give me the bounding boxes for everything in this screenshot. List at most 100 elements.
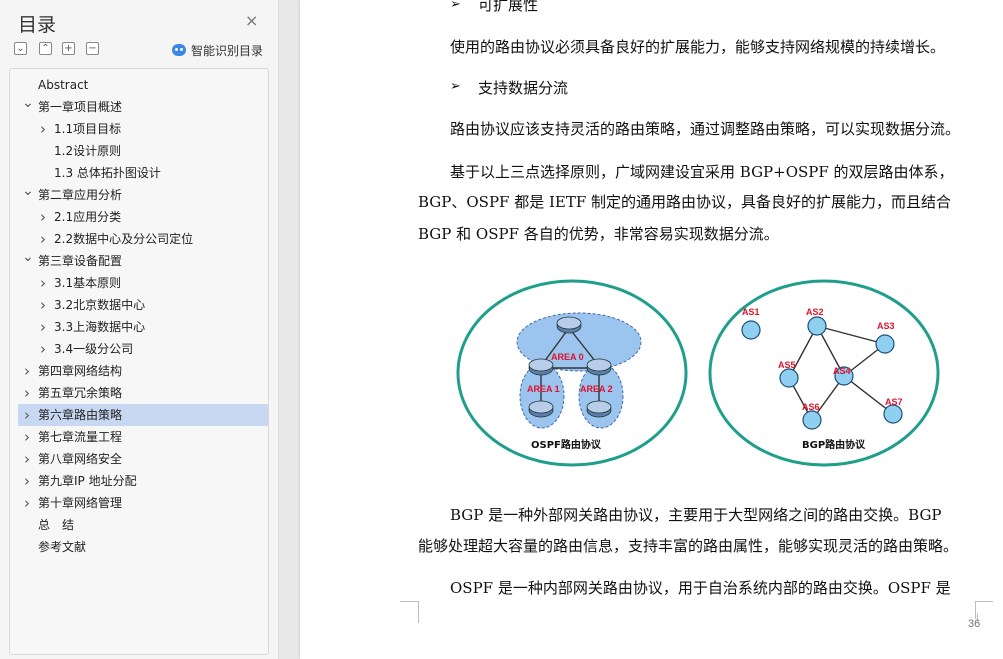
chevron-right-icon[interactable]: › (38, 272, 48, 294)
chevron-right-icon[interactable]: › (22, 448, 32, 470)
bullet-heading: 支持数据分流 (478, 79, 569, 97)
toc-item-label: 3.2北京数据中心 (54, 298, 146, 312)
toc-item[interactable]: › 第十章网络管理 (18, 492, 268, 514)
chevron-right-icon[interactable]: › (38, 118, 48, 140)
toc-item-label: 2.1应用分类 (54, 210, 122, 224)
toc-item[interactable]: › 1.1项目目标 (18, 118, 268, 140)
toc-item-label: 第五章冗余策略 (38, 386, 123, 400)
router-icon (528, 400, 554, 418)
router-icon (586, 400, 612, 418)
as-node (741, 320, 761, 340)
paragraph-line: 能够处理超大容量的路由信息，支持丰富的路由属性，能够实现灵活的路由策略。 (418, 537, 959, 555)
as-label: AS3 (877, 321, 895, 331)
as-label: AS2 (806, 307, 824, 317)
expand-level-icon[interactable]: + (62, 42, 75, 55)
chevron-right-icon[interactable]: › (22, 382, 32, 404)
toc-item-label: 第七章流量工程 (38, 430, 123, 444)
toc-item[interactable]: › 3.1基本原则 (18, 272, 268, 294)
toc-item-label: 1.1项目目标 (54, 122, 122, 136)
as-label: AS7 (885, 397, 903, 407)
paragraph-line: 使用的路由协议必须具备良好的扩展能力，能够支持网络规模的持续增长。 (450, 38, 946, 56)
toc-sidebar: 目录 × ⌄ ⌃ + − 智能识别目录 Abstract ⌄ 第一章项目概述 › 1.1… (0, 0, 279, 659)
toc-item[interactable]: › 3.3上海数据中心 (18, 316, 268, 338)
toc-item[interactable]: › 2.1应用分类 (18, 206, 268, 228)
toc-item-label: 第六章路由策略 (38, 408, 123, 422)
as-node (802, 410, 822, 430)
as-label: AS6 (802, 402, 820, 412)
bullet-arrow-icon: ➢ (450, 0, 461, 12)
toc-item-label: 参考文献 (38, 540, 87, 554)
as-label: AS4 (833, 366, 851, 376)
toc-item-label: 第九章IP 地址分配 (38, 474, 137, 488)
chevron-right-icon[interactable]: › (38, 316, 48, 338)
toc-item[interactable]: › 第八章网络安全 (18, 448, 268, 470)
chevron-right-icon[interactable]: › (38, 206, 48, 228)
smart-toc-label: 智能识别目录 (191, 43, 264, 58)
chevron-right-icon[interactable]: › (22, 470, 32, 492)
area1-label: AREA 1 (527, 384, 560, 394)
toc-item[interactable]: › 3.4一级分公司 (18, 338, 268, 360)
bgp-caption: BGP路由协议 (802, 438, 866, 451)
as-node (883, 404, 903, 424)
toc-item[interactable]: › 2.2数据中心及分公司定位 (18, 228, 268, 250)
toc-item[interactable]: ⌄ 第一章项目概述 (18, 95, 268, 118)
ai-icon (172, 44, 186, 56)
paragraph-line: OSPF 是一种内部网关路由协议，用于自治系统内部的路由交换。OSPF 是 (450, 579, 951, 597)
toc-item-label: 第四章网络结构 (38, 364, 123, 378)
as-label: AS5 (778, 360, 796, 370)
ospf-caption: OSPF路由协议 (531, 438, 602, 451)
toc-item-label: 第一章项目概述 (38, 100, 123, 114)
toc-item[interactable]: › 第四章网络结构 (18, 360, 268, 382)
chevron-down-icon[interactable]: ⌄ (22, 246, 34, 268)
toc-item-label: 1.3 总体拓扑图设计 (54, 166, 161, 180)
chevron-right-icon[interactable]: › (22, 404, 32, 426)
toc-item[interactable]: ⌄ 第二章应用分析 (18, 183, 268, 206)
chevron-down-icon[interactable]: ⌄ (22, 92, 34, 114)
close-icon[interactable]: × (245, 12, 258, 30)
toc-item[interactable]: › 第七章流量工程 (18, 426, 268, 448)
toc-item-label: 2.2数据中心及分公司定位 (54, 232, 194, 246)
ospf-ellipse (456, 279, 688, 467)
toc-item[interactable]: › 第九章IP 地址分配 (18, 470, 268, 492)
chevron-right-icon[interactable]: › (22, 360, 32, 382)
toc-item[interactable]: 1.2设计原则 (18, 140, 268, 162)
toc-item-label: 3.4一级分公司 (54, 342, 134, 356)
expand-all-icon[interactable]: ⌄ (14, 42, 27, 55)
paragraph-line: BGP 是一种外部网关路由协议，主要用于大型网络之间的路由交换。BGP (450, 506, 942, 524)
routing-diagram: AREA 0 AREA 1 AREA 2 OSPF路由协议 AS1 AS2 AS… (456, 279, 940, 467)
toc-item[interactable]: › 第五章冗余策略 (18, 382, 268, 404)
chevron-right-icon[interactable]: › (38, 338, 48, 360)
as-node (779, 368, 799, 388)
toc-item[interactable]: › 3.2北京数据中心 (18, 294, 268, 316)
toc-list: Abstract ⌄ 第一章项目概述 › 1.1项目目标 1.2设计原则 1.3 总体拓扑图… (9, 68, 269, 655)
paragraph-line: BGP 和 OSPF 各自的优势，非常容易实现数据分流。 (418, 225, 779, 243)
toc-item-label: Abstract (38, 78, 89, 92)
paragraph-line: BGP、OSPF 都是 IETF 制定的通用路由协议，具备良好的扩展能力，而且结… (418, 193, 952, 211)
toc-item[interactable]: ⌄ 第三章设备配置 (18, 249, 268, 272)
chevron-right-icon[interactable]: › (38, 294, 48, 316)
toc-item-label: 1.2设计原则 (54, 144, 122, 158)
toc-item[interactable]: Abstract (18, 74, 268, 96)
chevron-right-icon[interactable]: › (22, 492, 32, 514)
chevron-right-icon[interactable]: › (38, 228, 48, 250)
smart-toc-button[interactable]: 智能识别目录 (172, 41, 263, 59)
toc-item[interactable]: 参考文献 (18, 536, 268, 558)
router-icon (528, 358, 554, 376)
footer-bracket (418, 613, 978, 623)
collapse-level-icon[interactable]: − (86, 42, 99, 55)
toc-item[interactable]: 总 结 (18, 514, 268, 536)
toc-item[interactable]: 1.3 总体拓扑图设计 (18, 162, 268, 184)
router-icon (586, 358, 612, 376)
collapse-all-icon[interactable]: ⌃ (39, 42, 52, 55)
chevron-right-icon[interactable]: › (22, 426, 32, 448)
bullet-arrow-icon: ➢ (450, 79, 461, 94)
chevron-down-icon[interactable]: ⌄ (22, 180, 34, 202)
as-node (875, 334, 895, 354)
toc-title: 目录 (18, 14, 57, 36)
router-icon (556, 316, 582, 334)
toc-item[interactable]: › 第六章路由策略 (18, 404, 268, 426)
page-number: 36 (968, 618, 981, 630)
paragraph-line: 基于以上三点选择原则，广域网建设宜采用 BGP+OSPF 的双层路由体系， (450, 163, 954, 181)
as-label: AS1 (742, 307, 760, 317)
toc-item-label: 第八章网络安全 (38, 452, 123, 466)
